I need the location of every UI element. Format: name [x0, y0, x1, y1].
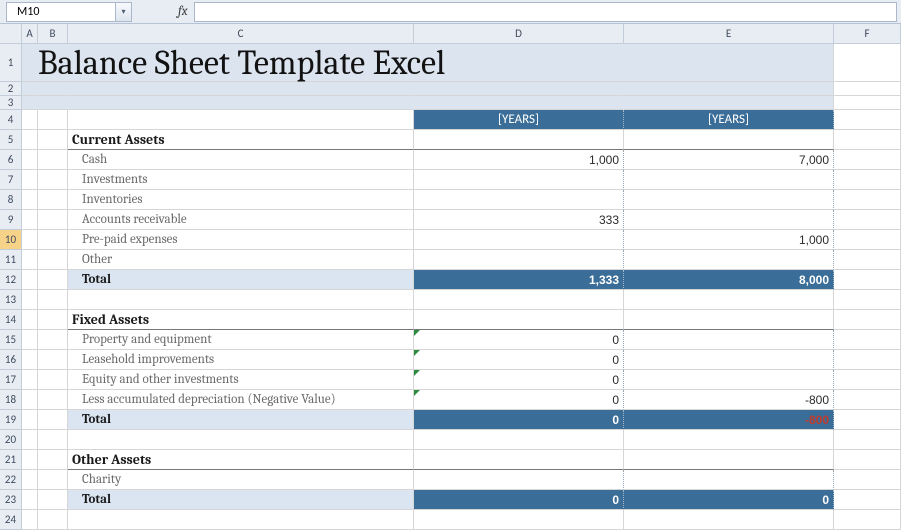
cash-d[interactable]: 1,000: [414, 150, 624, 170]
equity-d[interactable]: 0: [414, 370, 624, 390]
name-box-value: M10: [17, 5, 39, 19]
year-header-d[interactable]: [YEARS]: [414, 110, 624, 130]
row-header-16[interactable]: 16: [0, 350, 22, 370]
row-header-8[interactable]: 8: [0, 190, 22, 210]
row-header-22[interactable]: 22: [0, 470, 22, 490]
row-header-21[interactable]: 21: [0, 450, 22, 470]
col-header-f[interactable]: F: [834, 24, 901, 44]
item-property[interactable]: Property and equipment: [68, 330, 414, 350]
name-box[interactable]: M10: [6, 2, 116, 22]
deprec-e[interactable]: -800: [624, 390, 834, 410]
select-all-corner[interactable]: [0, 24, 22, 44]
fixed-total-e[interactable]: -800: [624, 410, 834, 430]
row-header-23[interactable]: 23: [0, 490, 22, 510]
section-current-assets[interactable]: Current Assets: [68, 130, 414, 150]
row-header-11[interactable]: 11: [0, 250, 22, 270]
formula-bar: M10 ▾ fx: [0, 0, 901, 24]
row-header-24[interactable]: 24: [0, 510, 22, 530]
item-depreciation[interactable]: Less accumulated depreciation (Negative …: [68, 390, 414, 410]
item-ar[interactable]: Accounts receivable: [68, 210, 414, 230]
col-header-e[interactable]: E: [624, 24, 834, 44]
name-box-dropdown[interactable]: ▾: [116, 2, 132, 22]
other-total-d[interactable]: 0: [414, 490, 624, 510]
item-cash[interactable]: Cash: [68, 150, 414, 170]
row-header-7[interactable]: 7: [0, 170, 22, 190]
cash-e[interactable]: 7,000: [624, 150, 834, 170]
col-header-c[interactable]: C: [68, 24, 414, 44]
col-header-a[interactable]: A: [22, 24, 38, 44]
row-header-20[interactable]: 20: [0, 430, 22, 450]
ar-d[interactable]: 333: [414, 210, 624, 230]
row-header-9[interactable]: 9: [0, 210, 22, 230]
row-header-5[interactable]: 5: [0, 130, 22, 150]
fixed-total-label[interactable]: Total: [68, 410, 414, 430]
leasehold-d[interactable]: 0: [414, 350, 624, 370]
title: Balance Sheet Template Excel: [38, 43, 445, 83]
item-prepaid[interactable]: Pre-paid expenses: [68, 230, 414, 250]
row-header-14[interactable]: 14: [0, 310, 22, 330]
section-fixed-assets[interactable]: Fixed Assets: [68, 310, 414, 330]
year-header-e[interactable]: [YEARS]: [624, 110, 834, 130]
item-equity[interactable]: Equity and other investments: [68, 370, 414, 390]
fx-button[interactable]: fx: [172, 4, 194, 19]
spreadsheet-grid[interactable]: A B C D E F 1 Balance Sheet Template Exc…: [0, 24, 901, 530]
current-total-e[interactable]: 8,000: [624, 270, 834, 290]
other-total-label[interactable]: Total: [68, 490, 414, 510]
row-header-6[interactable]: 6: [0, 150, 22, 170]
item-other[interactable]: Other: [68, 250, 414, 270]
section-other-assets[interactable]: Other Assets: [68, 450, 414, 470]
row-header-2[interactable]: 2: [0, 82, 22, 96]
item-leasehold[interactable]: Leasehold improvements: [68, 350, 414, 370]
formula-input[interactable]: [194, 2, 898, 22]
col-header-d[interactable]: D: [414, 24, 624, 44]
item-inventories[interactable]: Inventories: [68, 190, 414, 210]
row-header-18[interactable]: 18: [0, 390, 22, 410]
deprec-d[interactable]: 0: [414, 390, 624, 410]
row-header-13[interactable]: 13: [0, 290, 22, 310]
current-total-label[interactable]: Total: [68, 270, 414, 290]
row-header-3[interactable]: 3: [0, 96, 22, 110]
property-d[interactable]: 0: [414, 330, 624, 350]
prepaid-e[interactable]: 1,000: [624, 230, 834, 250]
row-header-15[interactable]: 15: [0, 330, 22, 350]
fixed-total-d[interactable]: 0: [414, 410, 624, 430]
row-header-12[interactable]: 12: [0, 270, 22, 290]
row-header-10[interactable]: 10: [0, 230, 22, 250]
col-header-b[interactable]: B: [38, 24, 68, 44]
row-header-19[interactable]: 19: [0, 410, 22, 430]
other-total-e[interactable]: 0: [624, 490, 834, 510]
item-charity[interactable]: Charity: [68, 470, 414, 490]
row-header-1[interactable]: 1: [0, 44, 22, 82]
row-header-4[interactable]: 4: [0, 110, 22, 130]
row-header-17[interactable]: 17: [0, 370, 22, 390]
item-investments[interactable]: Investments: [68, 170, 414, 190]
current-total-d[interactable]: 1,333: [414, 270, 624, 290]
